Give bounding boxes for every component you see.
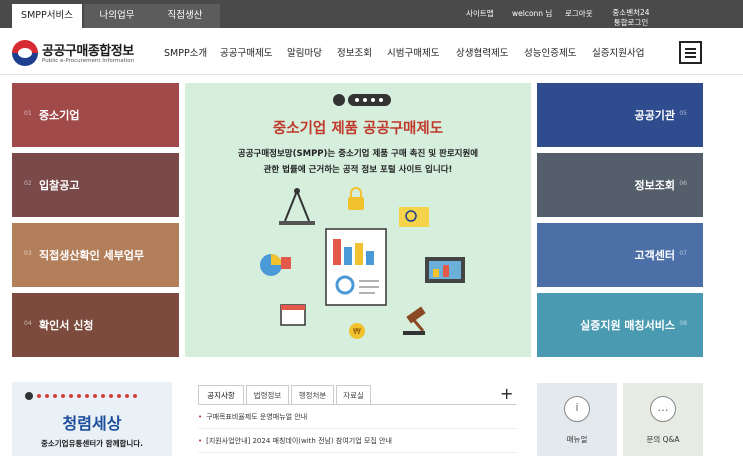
- nav-cooperation[interactable]: 상생협력제도: [456, 45, 508, 59]
- tile-sme[interactable]: 01 중소기업: [12, 83, 179, 147]
- sme24-link-line2[interactable]: 통합로그인: [611, 18, 651, 28]
- tab-direct-production[interactable]: 직접생산: [150, 4, 220, 28]
- carousel-pause-icon[interactable]: [333, 94, 345, 106]
- tile-public-institution[interactable]: 공공기관 05: [537, 83, 703, 147]
- monitor-icon: [425, 257, 465, 283]
- bullet-icon: •: [198, 437, 203, 445]
- dashboard-icon: [325, 228, 387, 306]
- tile-demo-matching[interactable]: 실증지원 매칭서비스 08: [537, 293, 703, 357]
- hamburger-menu-icon[interactable]: [679, 41, 702, 64]
- promo-title: 청렴세상: [62, 414, 122, 433]
- nav-demo-support[interactable]: 실증지원사업: [592, 45, 644, 59]
- tile-number: 04: [24, 320, 32, 327]
- list-item[interactable]: • 구매목표비율제도 운영매뉴얼 안내: [198, 412, 516, 422]
- more-plus-icon[interactable]: +: [500, 386, 513, 402]
- tile-number: 06: [679, 180, 687, 187]
- tile-number: 02: [24, 180, 32, 187]
- search-document-icon: [399, 207, 429, 227]
- notice-title: [지원사업안내] 2024 매칭데이(with 전남) 참여기업 모집 안내: [206, 437, 392, 445]
- lock-icon: [348, 187, 364, 210]
- bullet-icon: •: [198, 413, 203, 421]
- carousel-indicator[interactable]: [348, 94, 391, 106]
- gavel-icon: [403, 306, 426, 335]
- logout-link[interactable]: 로그아웃: [565, 0, 593, 28]
- carousel-controls: [333, 94, 391, 106]
- list-item[interactable]: • [지원사업안내] 2024 매칭데이(with 전남) 참여기업 모집 안내: [198, 436, 516, 446]
- tile-label: 직접생산확인 세부업무: [39, 249, 145, 262]
- tile-certificate-apply[interactable]: 04 확인서 신청: [12, 293, 179, 357]
- quick-link-qna[interactable]: … 문의 Q&A: [623, 383, 703, 456]
- tile-number: 03: [24, 250, 32, 257]
- tile-label: 중소기업: [39, 109, 80, 122]
- tile-number: 05: [679, 110, 687, 117]
- quick-link-label: 문의 Q&A: [646, 435, 680, 444]
- list-divider: [198, 452, 516, 453]
- tile-info-search[interactable]: 정보조회 06: [537, 153, 703, 217]
- calendar-icon: [280, 304, 306, 326]
- tab-notice[interactable]: 공지사항: [198, 385, 244, 405]
- tile-number: 01: [24, 110, 32, 117]
- banner-title: 중소기업 제품 공공구매제도: [272, 121, 444, 137]
- tile-number: 07: [679, 250, 687, 257]
- tile-number: 08: [679, 320, 687, 327]
- tab-resources[interactable]: 자료실: [336, 385, 371, 405]
- quick-link-manual[interactable]: i 매뉴얼: [537, 383, 617, 456]
- tab-admin-action[interactable]: 행정처분: [291, 385, 334, 405]
- tile-bid-notice[interactable]: 02 입찰공고: [12, 153, 179, 217]
- notice-title: 구매목표비율제도 운영매뉴얼 안내: [206, 413, 308, 421]
- integrity-promo-banner[interactable]: 청렴세상 중소기업유통센터가 함께합니다.: [12, 382, 172, 456]
- banner-description: 관한 법률에 근거하는 공적 정보 포털 사이트 입니다!: [263, 165, 453, 175]
- nav-smpp-intro[interactable]: SMPP소개: [164, 45, 207, 59]
- chat-icon: …: [650, 396, 676, 422]
- tab-law-info[interactable]: 법령정보: [246, 385, 289, 405]
- svg-text:₩: ₩: [353, 327, 361, 336]
- tile-label: 정보조회: [634, 179, 675, 192]
- tile-label: 확인서 신청: [39, 319, 94, 332]
- procurement-illustration: ₩: [260, 187, 465, 339]
- pie-chart-icon: [260, 254, 291, 276]
- header-divider: [0, 74, 743, 75]
- tab-smpp-service[interactable]: SMPP서비스: [12, 4, 82, 28]
- nav-public-procurement[interactable]: 공공구매제도: [220, 45, 272, 59]
- nav-notice-board[interactable]: 알림마당: [287, 45, 322, 59]
- tab-my-work[interactable]: 나의업무: [84, 4, 150, 28]
- info-icon: i: [564, 396, 590, 422]
- tile-label: 실증지원 매칭서비스: [580, 319, 675, 332]
- nav-pilot-purchase[interactable]: 시범구매제도: [387, 45, 439, 59]
- tab-divider: [198, 404, 516, 405]
- quick-link-label: 매뉴얼: [566, 435, 588, 444]
- nav-info-search[interactable]: 정보조회: [337, 45, 372, 59]
- compass-icon: [279, 188, 315, 225]
- banner-description: 공공구매정보망(SMPP)는 중소기업 제품 구매 촉진 및 판로지원에: [237, 149, 479, 159]
- promo-subtitle: 중소기업유통센터가 함께합니다.: [40, 439, 144, 448]
- top-utility-bar: SMPP서비스 나의업무 직접생산 사이트맵 welconn 님 로그아웃 중소…: [0, 0, 743, 28]
- site-logo-title[interactable]: 공공구매종합정보: [42, 40, 134, 59]
- coin-icon: ₩: [349, 323, 365, 339]
- tile-label: 공공기관: [634, 109, 675, 122]
- user-name: welconn 님: [512, 9, 553, 18]
- sme24-link-line1[interactable]: 중소벤처24: [611, 8, 651, 18]
- tile-label: 입찰공고: [39, 179, 80, 192]
- main-banner[interactable]: 중소기업 제품 공공구매제도 공공구매정보망(SMPP)는 중소기업 제품 구매…: [185, 83, 531, 357]
- list-divider: [198, 428, 516, 429]
- sitemap-link[interactable]: 사이트맵: [466, 0, 494, 28]
- site-logo-subtitle: Public e-Procurement Information: [42, 58, 135, 64]
- nav-performance-cert[interactable]: 성능인증제도: [524, 45, 576, 59]
- tile-label: 고객센터: [634, 249, 675, 262]
- taegeuk-logo-icon[interactable]: [12, 40, 38, 66]
- promo-pause-icon[interactable]: [25, 392, 33, 400]
- tile-customer-center[interactable]: 고객센터 07: [537, 223, 703, 287]
- tile-direct-production-confirm[interactable]: 03 직접생산확인 세부업무: [12, 223, 179, 287]
